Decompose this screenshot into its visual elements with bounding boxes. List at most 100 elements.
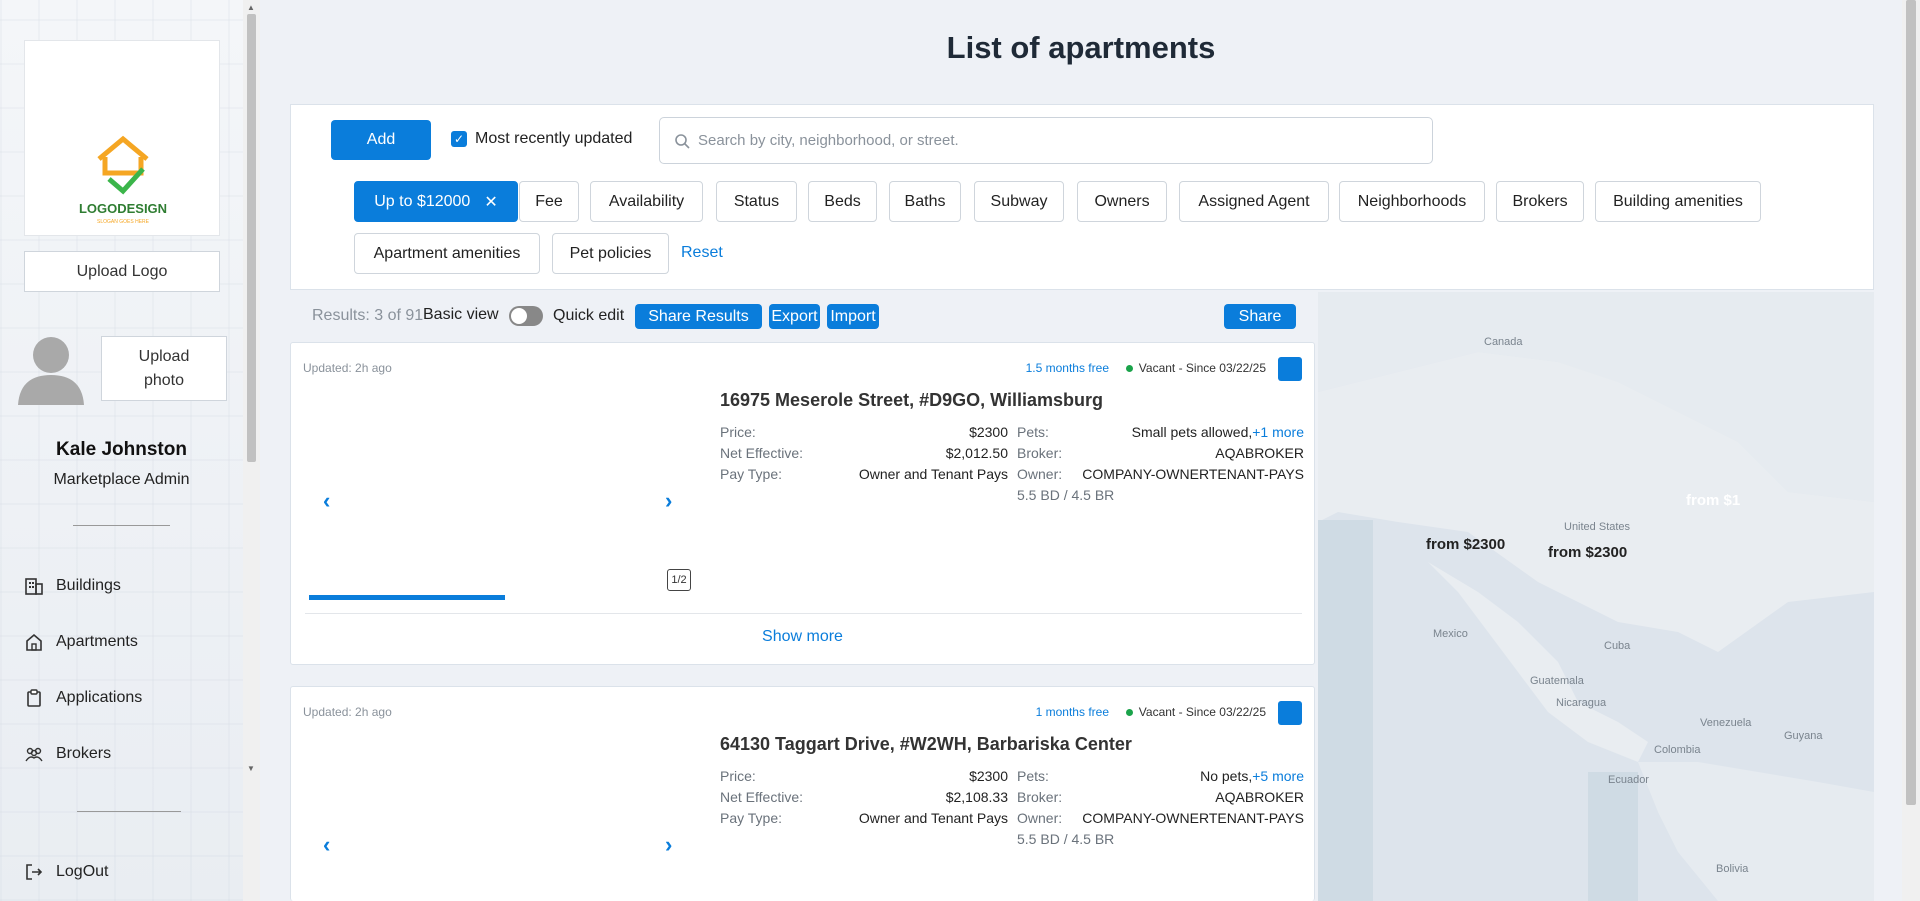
chevron-left-icon[interactable]: ‹ [323,488,330,514]
net-value: $2,108.33 [945,789,1008,805]
status-badge: Vacant - Since 03/22/25 [1125,705,1266,719]
scroll-down-icon[interactable]: ▼ [247,764,255,773]
filter-chip-beds[interactable]: Beds [808,181,877,222]
map-place-guyana: Guyana [1784,730,1823,742]
divider [77,811,181,812]
pets-more-link[interactable]: +1 more [1252,424,1304,440]
map-place-united-states: United States [1564,521,1631,533]
net-value: $2,012.50 [945,445,1008,461]
filter-chip-pet-policies[interactable]: Pet policies [552,233,669,274]
select-checkbox[interactable] [1278,357,1302,381]
owner-label: Owner: [1017,810,1063,826]
updated-time: Updated: 2h ago [303,361,392,375]
filter-chip-fee[interactable]: Fee [519,181,579,222]
map-place-venezuela: Venezuela [1700,717,1752,729]
map-place-ecuador: Ecuador [1608,774,1649,786]
map-price-marker[interactable]: from $2300 [1548,544,1627,561]
divider [305,613,1302,614]
pay-label: Pay Type: [720,466,783,482]
net-label: Net Effective: [720,789,804,805]
upload-logo-button[interactable]: Upload Logo [24,251,220,292]
filter-chip-brokers[interactable]: Brokers [1496,181,1584,222]
close-icon[interactable]: ✕ [484,192,497,212]
filter-chip-building-amenities[interactable]: Building amenities [1595,181,1761,222]
pets-text: No pets, [1200,768,1253,784]
sidebar-item-brokers[interactable]: Brokers [24,742,111,766]
map-place-nicaragua: Nicaragua [1556,697,1607,709]
price-value: $2300 [969,424,1008,440]
select-checkbox[interactable] [1278,701,1302,725]
sidebar-item-applications[interactable]: Applications [24,686,142,710]
logout-button[interactable]: LogOut [24,860,108,884]
pets-label: Pets: [1017,768,1049,784]
most-recent-checkbox[interactable]: ✓ Most recently updated [451,130,632,148]
user-name: Kale Johnston [56,439,187,460]
add-button[interactable]: Add [331,120,431,160]
filter-chip-owners[interactable]: Owners [1077,181,1167,222]
quick-edit-label: Quick edit [553,307,625,324]
upload-photo-button[interactable]: Upload photo [101,336,227,401]
filter-chip-baths[interactable]: Baths [889,181,961,222]
quick-edit-toggle[interactable] [509,306,543,326]
price-label: Price: [720,424,756,440]
sidebar-item-apartments[interactable]: Apartments [24,630,138,654]
beds-baths: 5.5 BD / 4.5 BR [1017,487,1115,503]
image-pager: 1/2 [667,569,691,591]
status-dot-icon [1125,708,1133,716]
page-scrollbar[interactable] [1902,0,1920,901]
logout-label: LogOut [56,863,109,880]
listing-card: Updated: 2h ago 1.5 months free Vacant -… [290,342,1315,665]
map[interactable]: Canada United States Mexico Cuba Guatema… [1318,292,1874,901]
scrollbar-thumb[interactable] [1906,0,1916,805]
pets-text: Small pets allowed, [1131,424,1253,440]
filter-chip-apartment-amenities[interactable]: Apartment amenities [354,233,540,274]
scroll-up-icon[interactable]: ▲ [247,3,255,12]
net-effective-row: Net Effective: $2,012.50 [720,445,1008,461]
broker-value: AQABROKER [1215,445,1304,461]
search-icon [675,133,690,149]
logout-icon [26,864,43,880]
chevron-left-icon[interactable]: ‹ [323,832,330,858]
checkbox-checked-icon[interactable]: ✓ [451,131,467,147]
listing-card: Updated: 2h ago 1 months free Vacant - S… [290,686,1315,901]
pets-more-link[interactable]: +5 more [1252,768,1304,784]
net-effective-row: Net Effective: $2,108.33 [720,789,1008,805]
chevron-right-icon[interactable]: › [665,488,672,514]
search-input[interactable] [698,132,1378,149]
filter-chip-subway[interactable]: Subway [974,181,1064,222]
free-badge: 1 months free [1035,705,1109,719]
filter-chip-assigned-agent[interactable]: Assigned Agent [1179,181,1329,222]
map-price-marker[interactable]: from $1 [1686,492,1740,509]
reset-link[interactable]: Reset [681,244,723,262]
image-progress-bar [309,595,505,600]
share-button[interactable]: Share [1224,304,1296,329]
filter-chip-neighborhoods[interactable]: Neighborhoods [1339,181,1485,222]
listing-title[interactable]: 64130 Taggart Drive, #W2WH, Barbariska C… [720,734,1132,755]
sidebar-scrollbar[interactable]: ▲ ▼ [243,0,260,901]
broker-value: AQABROKER [1215,789,1304,805]
sidebar-item-buildings[interactable]: Buildings [24,574,121,598]
search-field[interactable] [659,117,1433,164]
home-icon [26,633,42,651]
sidebar-item-label: Applications [56,689,143,706]
filter-chip-availability[interactable]: Availability [590,181,703,222]
import-button[interactable]: Import [827,304,879,329]
clipboard-icon [27,689,41,707]
scrollbar-thumb[interactable] [247,14,256,462]
filter-chip-price[interactable]: Up to $12000 ✕ [354,181,518,222]
filter-chip-status[interactable]: Status [716,181,797,222]
price-label: Price: [720,768,756,784]
results-count: Results: 3 of 91 [312,307,424,324]
map-price-marker[interactable]: from $2300 [1426,536,1505,553]
share-results-button[interactable]: Share Results [635,304,762,329]
pets-value: No pets,+5 more [1200,768,1304,784]
pay-value: Owner and Tenant Pays [858,810,1008,826]
broker-label: Broker: [1017,445,1063,461]
map-place-guatemala: Guatemala [1530,675,1584,687]
chevron-right-icon[interactable]: › [665,832,672,858]
export-button[interactable]: Export [769,304,820,329]
map-place-canada: Canada [1484,336,1523,348]
pay-value: Owner and Tenant Pays [858,466,1008,482]
listing-title[interactable]: 16975 Meserole Street, #D9GO, Williamsbu… [720,390,1103,411]
show-more-link[interactable]: Show more [291,628,1314,646]
